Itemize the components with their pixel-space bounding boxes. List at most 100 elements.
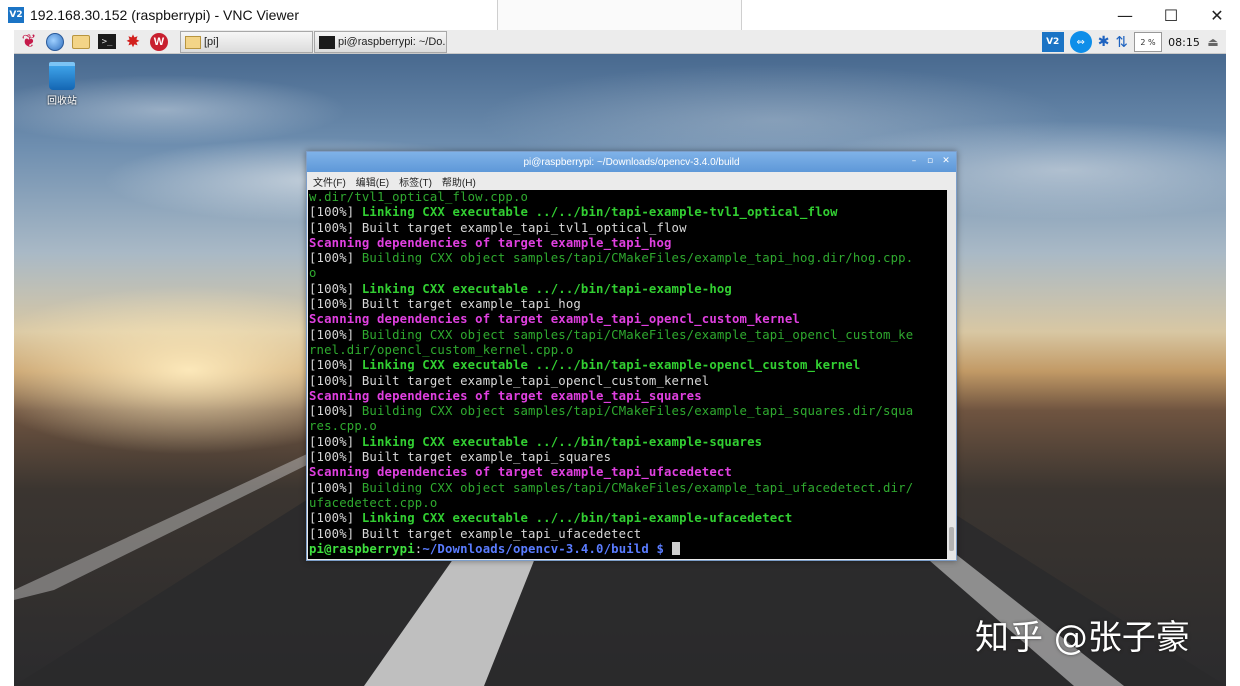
terminal-text: o [309, 266, 317, 281]
terminal-text: [100%] [309, 251, 362, 266]
terminal-line: [100%] Built target example_tapi_hog [309, 297, 947, 312]
remote-desktop[interactable]: ❦ >_ ✸ W [pi] pi@raspberrypi: ~/Do... V2… [14, 30, 1226, 686]
task-label: pi@raspberrypi: ~/Do... [338, 36, 447, 48]
terminal-line: ufacedetect.cpp.o [309, 496, 947, 511]
close-button[interactable]: ✕ [1194, 0, 1240, 30]
terminal-launcher[interactable]: >_ [96, 32, 118, 52]
terminal-text: Scanning dependencies of target example_… [309, 235, 672, 250]
terminal-text: Scanning dependencies of target example_… [309, 465, 732, 480]
terminal-text: Linking CXX executable ../../bin/tapi-ex… [361, 205, 838, 220]
terminal-text: rnel.dir/opencl_custom_kernel.cpp.o [309, 342, 574, 357]
desktop-icon-trash[interactable]: 回收站 [42, 62, 82, 107]
terminal-text: Linking CXX executable ../../bin/tapi-ex… [361, 281, 732, 296]
terminal-text: [100%] Built target example_tapi_squares [309, 450, 612, 465]
teamviewer-tray-icon[interactable]: ⇔ [1069, 31, 1092, 53]
terminal-line: o [309, 266, 947, 281]
terminal-text: Scanning dependencies of target example_… [309, 312, 800, 327]
system-tray: V2 ⇔ ✱ ⇅ 2 % 08:15 ⏏ [1041, 30, 1226, 54]
terminal-text: [100%] [309, 404, 362, 419]
terminal-output[interactable]: w.dir/tvl1_optical_flow.cpp.o [100%] Link… [308, 190, 947, 559]
cpu-monitor: 2 % [1134, 32, 1162, 52]
task-file-manager[interactable]: [pi] [180, 31, 313, 53]
task-terminal[interactable]: pi@raspberrypi: ~/Do... [314, 31, 447, 53]
wolf-icon: W [150, 32, 168, 51]
task-label: [pi] [204, 36, 219, 48]
minimize-button[interactable]: — [1102, 0, 1148, 30]
terminal-text: Linking CXX executable ../../bin/tapi-ex… [361, 358, 861, 373]
terminal-window[interactable]: pi@raspberrypi: ~/Downloads/opencv-3.4.0… [306, 151, 957, 561]
terminal-line: [100%] Building CXX object samples/tapi/… [309, 251, 947, 266]
terminal-line: res.cpp.o [309, 419, 947, 434]
terminal-text: w.dir/tvl1_optical_flow.cpp.o [309, 190, 529, 204]
terminal-text: Building CXX object samples/tapi/CMakeFi… [361, 327, 914, 342]
terminal-line: [100%] Building CXX object samples/tapi/… [309, 404, 947, 419]
terminal-line: [100%] Linking CXX executable ../../bin/… [309, 511, 947, 526]
menu-edit[interactable]: 编辑(E) [356, 174, 389, 189]
terminal-line: Scanning dependencies of target example_… [309, 465, 947, 480]
terminal-text: Building CXX object samples/tapi/CMakeFi… [361, 404, 914, 419]
terminal-icon: >_ [98, 34, 116, 49]
network-icon[interactable]: ⇅ [1115, 32, 1128, 52]
terminal-text: [100%] Built target example_tapi_ufacede… [309, 526, 642, 541]
folder-icon [185, 35, 201, 49]
terminal-line: w.dir/tvl1_optical_flow.cpp.o [309, 190, 947, 205]
vnc-tray-icon[interactable]: V2 [1041, 32, 1064, 52]
terminal-line: [100%] Linking CXX executable ../../bin/… [309, 282, 947, 297]
terminal-text: Linking CXX executable ../../bin/tapi-ex… [361, 511, 793, 526]
terminal-text: [100%] [309, 480, 362, 495]
terminal-text: ufacedetect.cpp.o [309, 495, 438, 510]
terminal-line: [100%] Linking CXX executable ../../bin/… [309, 358, 947, 373]
terminal-text: res.cpp.o [309, 419, 377, 434]
terminal-text: [100%] [309, 434, 362, 449]
menu-tabs[interactable]: 标签(T) [399, 174, 432, 189]
vnc-logo-icon: V2 [8, 7, 24, 23]
scrollbar-thumb[interactable] [949, 527, 954, 551]
trash-icon [49, 62, 75, 90]
terminal-line: rnel.dir/opencl_custom_kernel.cpp.o [309, 343, 947, 358]
terminal-text: [100%] [309, 327, 362, 342]
terminal-window-controls: – ▫ ✕ [908, 155, 952, 167]
terminal-title: pi@raspberrypi: ~/Downloads/opencv-3.4.0… [523, 156, 740, 168]
window-title: 192.168.30.152 (raspberrypi) - VNC Viewe… [30, 7, 299, 23]
eject-icon[interactable]: ⏏ [1206, 32, 1220, 52]
prompt-user-host: pi@raspberrypi [309, 541, 415, 556]
terminal-minimize-button[interactable]: – [908, 155, 920, 167]
terminal-text: Linking CXX executable ../../bin/tapi-ex… [361, 434, 763, 449]
menu-help[interactable]: 帮助(H) [442, 174, 476, 189]
terminal-line: Scanning dependencies of target example_… [309, 312, 947, 327]
terminal-scrollbar[interactable] [947, 190, 956, 559]
terminal-line: [100%] Building CXX object samples/tapi/… [309, 481, 947, 496]
window-controls: — ☐ ✕ [1102, 0, 1240, 30]
bluetooth-icon[interactable]: ✱ [1098, 32, 1110, 52]
terminal-line: Scanning dependencies of target example_… [309, 389, 947, 404]
terminal-close-button[interactable]: ✕ [940, 155, 952, 167]
taskbar-panel: ❦ >_ ✸ W [pi] pi@raspberrypi: ~/Do... V2… [14, 30, 1226, 54]
vnc-toolbar-handle[interactable] [497, 0, 742, 32]
terminal-line: [100%] Built target example_tapi_opencl_… [309, 374, 947, 389]
menu-file[interactable]: 文件(F) [313, 174, 346, 189]
clock[interactable]: 08:15 [1168, 32, 1200, 52]
vnc-viewer-titlebar: V2 192.168.30.152 (raspberrypi) - VNC Vi… [0, 0, 1240, 32]
terminal-line: [100%] Building CXX object samples/tapi/… [309, 328, 947, 343]
terminal-text: [100%] [309, 358, 362, 373]
terminal-text: [100%] [309, 511, 362, 526]
terminal-icon [319, 35, 335, 49]
terminal-maximize-button[interactable]: ▫ [924, 155, 936, 167]
terminal-menubar: 文件(F) 编辑(E) 标签(T) 帮助(H) [307, 172, 956, 190]
mathematica-launcher-icon[interactable]: ✸ [122, 32, 144, 52]
prompt-path: ~/Downloads/opencv-3.4.0/build $ [422, 541, 672, 556]
terminal-line: Scanning dependencies of target example_… [309, 236, 947, 251]
terminal-titlebar[interactable]: pi@raspberrypi: ~/Downloads/opencv-3.4.0… [307, 152, 956, 172]
maximize-button[interactable]: ☐ [1148, 0, 1194, 30]
file-manager-launcher[interactable] [70, 32, 92, 52]
terminal-line: [100%] Linking CXX executable ../../bin/… [309, 205, 947, 220]
wolfram-launcher[interactable]: W [148, 32, 170, 52]
browser-launcher[interactable] [44, 32, 66, 52]
terminal-line: [100%] Linking CXX executable ../../bin/… [309, 435, 947, 450]
raspberry-menu-icon[interactable]: ❦ [18, 31, 40, 52]
terminal-text: [100%] Built target example_tapi_opencl_… [309, 373, 710, 388]
terminal-text: [100%] [309, 281, 362, 296]
terminal-prompt-line: pi@raspberrypi:~/Downloads/opencv-3.4.0/… [309, 541, 947, 557]
folder-icon [72, 34, 90, 49]
desktop-icon-label: 回收站 [47, 96, 77, 107]
